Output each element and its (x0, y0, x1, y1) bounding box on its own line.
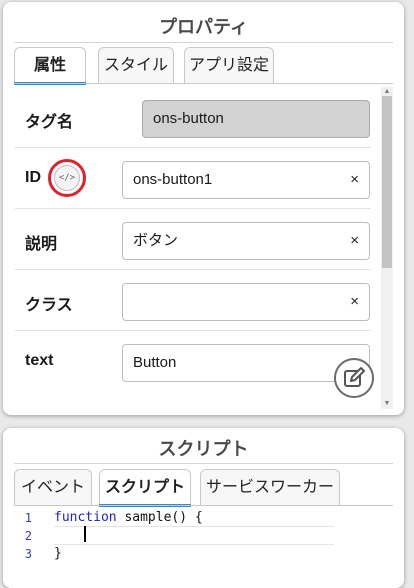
property-row-text: text Button (15, 331, 371, 392)
text-caret (84, 526, 86, 542)
properties-scrollbar[interactable]: ▲ ▼ (381, 87, 393, 409)
description-field[interactable]: ボタン × (122, 222, 370, 260)
title-divider (14, 42, 393, 43)
tag-name-value: ons-button (153, 110, 224, 127)
description-clear-icon[interactable]: × (350, 223, 359, 259)
property-row-tag-name: タグ名 ons-button (15, 87, 371, 148)
line-separator (54, 526, 334, 527)
scroll-down-icon[interactable]: ▼ (381, 399, 393, 409)
id-field[interactable]: ons-button1 × (122, 161, 370, 199)
tag-name-field: ons-button (142, 100, 370, 138)
highlight-circle (48, 159, 86, 197)
tab-style[interactable]: スタイル (98, 47, 174, 83)
script-panel: スクリプト イベント スクリプト サービスワーカー 1 2 3 function… (3, 428, 404, 588)
script-panel-title: スクリプト (158, 439, 249, 459)
id-value: ons-button1 (133, 171, 213, 188)
code-line: } (54, 546, 62, 561)
tab-attributes[interactable]: 属性 (14, 47, 86, 85)
scroll-thumb[interactable] (382, 96, 392, 268)
title-divider (14, 463, 393, 464)
property-row-class: クラス × (15, 270, 371, 331)
tag-name-label: タグ名 (25, 114, 74, 131)
line-number: 2 (24, 529, 32, 543)
id-label: ID (25, 169, 41, 186)
code-text: sample() { (116, 510, 203, 525)
tab-script[interactable]: スクリプト (99, 469, 191, 507)
properties-panel: プロパティ 属性 スタイル アプリ設定 タグ名 ons-button ID </… (3, 2, 404, 415)
edit-button[interactable] (334, 358, 374, 398)
code-text: } (54, 546, 62, 561)
tab-baseline (14, 83, 393, 84)
tab-service-worker[interactable]: サービスワーカー (200, 469, 340, 505)
code-line: function sample() { (54, 510, 203, 525)
code-editor[interactable]: 1 2 3 function sample() { } (14, 509, 393, 584)
property-row-description: 説明 ボタン × (15, 209, 371, 270)
code-keyword: function (54, 510, 117, 525)
property-row-id: ID </> ons-button1 × (15, 148, 371, 209)
line-separator (54, 544, 334, 545)
description-value: ボタン (133, 232, 179, 249)
text-field[interactable]: Button (122, 344, 370, 382)
properties-panel-title: プロパティ (159, 17, 248, 37)
id-clear-icon[interactable]: × (350, 162, 359, 198)
tab-baseline (14, 505, 393, 506)
property-list: タグ名 ons-button ID </> ons-button1 × 説明 ボ… (15, 87, 379, 409)
description-label: 説明 (25, 236, 58, 253)
line-number: 3 (24, 547, 32, 561)
class-label: クラス (25, 297, 73, 314)
line-number: 1 (24, 511, 32, 525)
class-clear-icon[interactable]: × (350, 284, 359, 320)
tab-app-settings[interactable]: アプリ設定 (184, 47, 274, 83)
text-label: text (25, 352, 54, 369)
tab-events[interactable]: イベント (14, 469, 92, 505)
text-value: Button (133, 354, 177, 371)
edit-pencil-icon (344, 367, 365, 387)
class-field[interactable]: × (122, 283, 370, 321)
